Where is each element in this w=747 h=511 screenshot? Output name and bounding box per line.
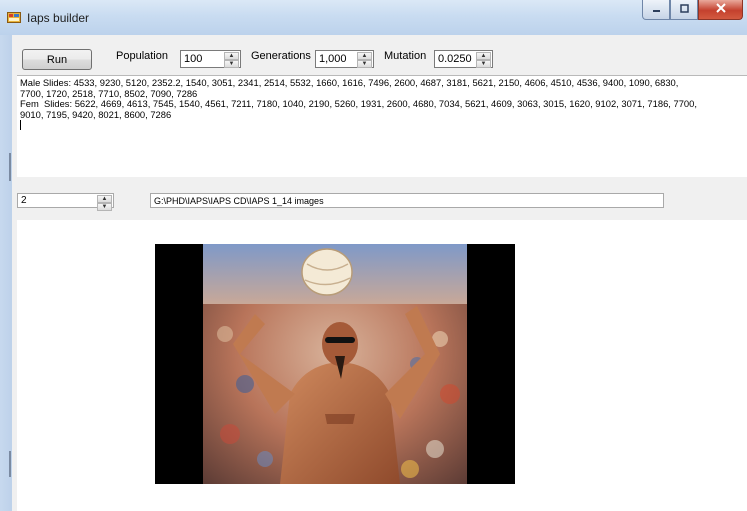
spin-up-icon[interactable]: ▲ [97, 195, 112, 203]
spin-down-icon[interactable]: ▼ [476, 60, 491, 68]
male-slides-line-1: Male Slides: 4533, 9230, 5120, 2352.2, 1… [20, 77, 679, 88]
mutation-value: 0.0250 [438, 53, 472, 65]
slides-textbox[interactable]: Male Slides: 4533, 9230, 5120, 2352.2, 1… [17, 75, 747, 177]
population-label: Population [116, 50, 168, 62]
run-button[interactable]: Run [22, 49, 92, 70]
app-icon [7, 11, 21, 23]
window-title: Iaps builder [27, 11, 90, 25]
close-button[interactable] [698, 0, 743, 20]
population-value: 100 [184, 53, 203, 65]
preview-image [155, 244, 515, 484]
title-bar[interactable]: Iaps builder [0, 0, 747, 36]
minimize-icon [652, 4, 661, 16]
image-preview-panel [17, 220, 747, 511]
fem-slides-line-2: 9010, 7195, 9420, 8021, 8600, 7286 [20, 108, 172, 120]
spin-down-icon[interactable]: ▼ [224, 60, 239, 68]
mutation-label: Mutation [384, 50, 427, 62]
maximize-icon [679, 3, 689, 16]
generations-label: Generations [251, 50, 311, 62]
image-path-field[interactable]: G:\PHD\IAPS\IAPS CD\IAPS 1_14 images [150, 193, 664, 208]
generations-stepper[interactable]: 1,000 ▲ ▼ [315, 50, 374, 68]
population-stepper[interactable]: 100 ▲ ▼ [180, 50, 241, 68]
spin-down-icon[interactable]: ▼ [97, 203, 112, 211]
mutation-stepper[interactable]: 0.0250 ▲ ▼ [434, 50, 493, 68]
spin-up-icon[interactable]: ▲ [476, 52, 491, 60]
window-left-border [0, 35, 12, 511]
image-index-stepper[interactable]: 2 ▲ ▼ [17, 193, 114, 211]
maximize-button[interactable] [670, 0, 698, 20]
close-icon [715, 3, 726, 16]
client-area: Run Population 100 ▲ ▼ Generations 1,000… [12, 35, 747, 511]
image-index-value: 2 [21, 195, 27, 206]
minimize-button[interactable] [642, 0, 670, 20]
spin-down-icon[interactable]: ▼ [357, 60, 372, 68]
spin-up-icon[interactable]: ▲ [224, 52, 239, 60]
generations-value: 1,000 [319, 53, 347, 65]
spin-up-icon[interactable]: ▲ [357, 52, 372, 60]
text-caret [20, 120, 21, 131]
